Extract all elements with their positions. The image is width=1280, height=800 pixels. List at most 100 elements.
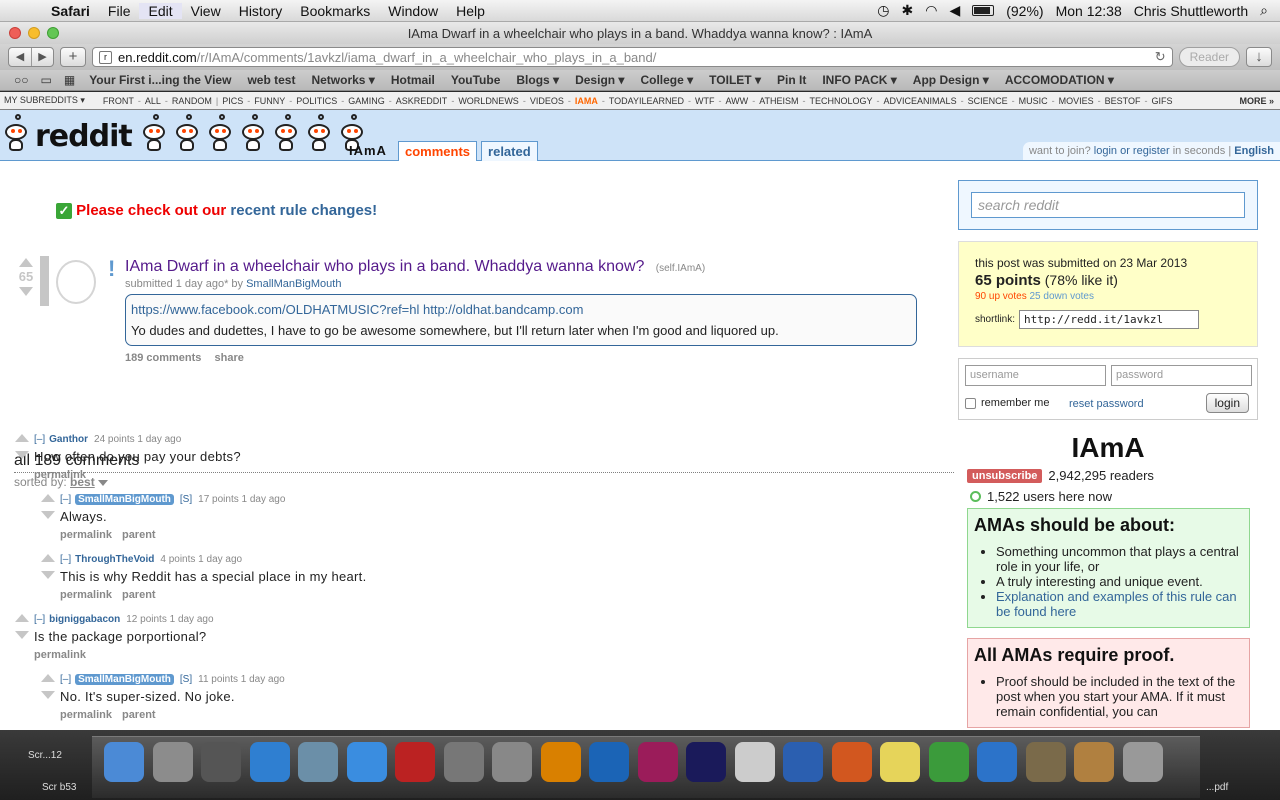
battery-icon[interactable] (972, 5, 995, 16)
upvote-arrow-icon[interactable] (19, 258, 33, 267)
srbar-link[interactable]: RANDOM (172, 96, 212, 106)
menu-bookmarks[interactable]: Bookmarks (291, 3, 379, 19)
bookmarks-icon[interactable]: ▭ (35, 73, 58, 87)
srbar-link-gifs[interactable]: GIFS (1151, 96, 1172, 106)
srbar-link-adviceanimals[interactable]: ADVICEANIMALS (884, 96, 957, 106)
op-tag[interactable]: [S] (180, 674, 192, 685)
comment-author[interactable]: bigniggabacon (49, 614, 120, 625)
bookmark-item[interactable]: Pin It (769, 73, 814, 87)
iphoto-library-icon[interactable] (1025, 742, 1066, 782)
srbar-link-videos[interactable]: VIDEOS (530, 96, 564, 106)
srbar-link-wtf[interactable]: WTF (695, 96, 715, 106)
bookmark-item[interactable]: Networks ▾ (303, 73, 382, 87)
downvote-arrow-icon[interactable] (41, 571, 55, 579)
spotlight-icon[interactable]: ⌕ (1260, 2, 1268, 19)
bookmark-item[interactable]: INFO PACK ▾ (814, 73, 904, 87)
subreddit-name-link[interactable]: IAmA (349, 143, 387, 158)
username-field[interactable]: username (965, 365, 1106, 386)
collapse-toggle[interactable]: [–] (34, 614, 45, 625)
srbar-link-science[interactable]: SCIENCE (968, 96, 1008, 106)
minimize-window-button[interactable] (28, 27, 40, 39)
illustrator-icon[interactable] (540, 742, 581, 782)
self-post-thumbnail-icon[interactable]: ! (40, 256, 115, 310)
menu-window[interactable]: Window (379, 3, 447, 19)
bluetooth-icon[interactable]: ✱ (902, 2, 914, 19)
reload-icon[interactable]: ↻ (1155, 49, 1166, 65)
op-tag[interactable]: [S] (180, 494, 192, 505)
srbar-link-pics[interactable]: PICS (222, 96, 243, 106)
collapse-toggle[interactable]: [–] (60, 674, 71, 685)
iphoto-icon[interactable] (298, 742, 338, 782)
comment-author[interactable]: ThroughTheVoid (75, 554, 154, 565)
bookmark-item[interactable]: YouTube (443, 73, 509, 87)
close-window-button[interactable] (9, 27, 21, 39)
add-bookmark-button[interactable]: + (60, 47, 86, 67)
bookmark-item[interactable]: TOILET ▾ (701, 73, 769, 87)
forward-icon[interactable]: ▶ (31, 48, 53, 66)
desktop-file-label[interactable]: Scr b53 (42, 782, 76, 793)
search-input[interactable]: search reddit (971, 192, 1245, 218)
address-book-icon[interactable] (1074, 742, 1114, 782)
top-sites-icon[interactable]: ▦ (58, 73, 81, 87)
comment-author[interactable]: SmallManBigMouth (75, 494, 174, 505)
subreddit-title[interactable]: IAmA (958, 432, 1258, 464)
user-name[interactable]: Chris Shuttleworth (1134, 3, 1248, 19)
my-subreddits-dropdown[interactable]: MY SUBREDDITS ▾ (4, 95, 85, 106)
permalink-link[interactable]: permalink (60, 709, 112, 721)
chrome-icon[interactable] (928, 742, 969, 782)
address-bar[interactable]: r en.reddit.com /r/IAmA/comments/1avkzl/… (92, 47, 1173, 67)
itunes-icon[interactable] (346, 742, 387, 782)
password-field[interactable]: password (1111, 365, 1252, 386)
parent-link[interactable]: parent (122, 709, 156, 721)
parent-link[interactable]: parent (122, 589, 156, 601)
srbar-link-todayilearned[interactable]: TODAYILEARNED (609, 96, 684, 106)
login-button[interactable]: login (1205, 393, 1249, 413)
comment-author[interactable]: Ganthor (49, 434, 88, 445)
post-links[interactable]: https://www.facebook.com/OLDHATMUSIC?ref… (131, 302, 583, 317)
rule-changes-link[interactable]: recent rule changes! (230, 202, 377, 219)
time-machine-icon[interactable]: ◷ (877, 2, 889, 19)
downloads-icon[interactable]: ↓ (1246, 47, 1272, 67)
zoom-window-button[interactable] (47, 27, 59, 39)
bookmark-item[interactable]: Blogs ▾ (508, 73, 567, 87)
reading-list-icon[interactable]: ○○ (8, 73, 35, 87)
srbar-link-bestof[interactable]: BESTOF (1105, 96, 1141, 106)
srbar-link-gaming[interactable]: GAMING (348, 96, 385, 106)
xcode-icon[interactable] (977, 742, 1017, 782)
word-icon[interactable] (783, 742, 823, 782)
bookmark-item[interactable]: Hotmail (383, 73, 443, 87)
parent-link[interactable]: parent (122, 529, 156, 541)
remember-me-checkbox[interactable] (965, 397, 976, 409)
bookmark-item[interactable]: App Design ▾ (905, 73, 997, 87)
downvote-arrow-icon[interactable] (41, 511, 55, 519)
srbar-link-askreddit[interactable]: ASKREDDIT (396, 96, 448, 106)
comment-author[interactable]: SmallManBigMouth (75, 674, 174, 685)
srbar-link-worldnews[interactable]: WORLDNEWS (458, 96, 519, 106)
bookmark-item[interactable]: web test (239, 73, 303, 87)
finder-icon[interactable] (104, 742, 144, 782)
tab-comments[interactable]: comments (398, 141, 478, 161)
language-link[interactable]: English (1234, 145, 1274, 157)
menu-view[interactable]: View (182, 3, 230, 19)
srbar-link-movies[interactable]: MOVIES (1059, 96, 1094, 106)
srbar-link[interactable]: FRONT (103, 96, 134, 106)
shortlink-field[interactable]: http://redd.it/1avkzl (1019, 310, 1200, 329)
permalink-link[interactable]: permalink (60, 589, 112, 601)
share-link[interactable]: share (215, 352, 244, 364)
collapse-toggle[interactable]: [–] (60, 494, 71, 505)
desktop-file-label[interactable]: Scr...12 (28, 750, 62, 761)
comments-link[interactable]: 189 comments (125, 352, 201, 364)
upvote-arrow-icon[interactable] (41, 674, 55, 682)
srbar-link-atheism[interactable]: ATHEISM (759, 96, 798, 106)
post-author[interactable]: SmallManBigMouth (246, 278, 341, 290)
reset-password-link[interactable]: reset password (1069, 398, 1144, 410)
system-preferences-icon[interactable] (492, 742, 532, 782)
bookmark-item[interactable]: College ▾ (632, 73, 701, 87)
menu-file[interactable]: File (99, 3, 140, 19)
post-title[interactable]: IAma Dwarf in a wheelchair who plays in … (125, 258, 644, 275)
mission-control-icon[interactable] (201, 742, 241, 782)
launchpad-icon[interactable] (152, 742, 193, 782)
photo-booth-icon[interactable] (395, 742, 435, 782)
menu-edit[interactable]: Edit (139, 2, 182, 19)
bookmark-item[interactable]: Your First i...ing the View (81, 73, 239, 87)
